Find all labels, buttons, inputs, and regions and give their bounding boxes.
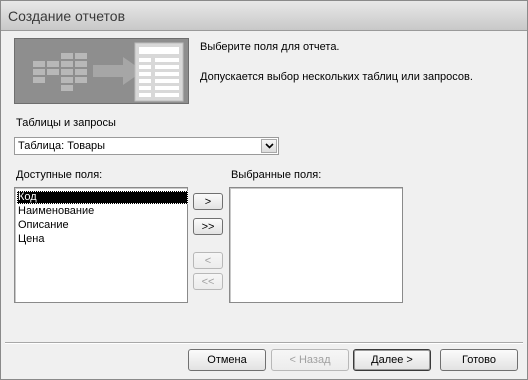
next-button[interactable]: Далее > <box>353 349 431 371</box>
tables-queries-value: Таблица: Товары <box>18 140 106 152</box>
selected-fields-list[interactable] <box>229 187 403 303</box>
report-wizard-illustration-icon <box>14 38 189 104</box>
window-title: Создание отчетов <box>8 8 126 24</box>
remove-all-fields-button[interactable]: << <box>193 273 223 290</box>
add-field-button[interactable]: > <box>193 193 223 210</box>
available-fields-label: Доступные поля: <box>16 169 103 181</box>
intro-text-multiple-sources: Допускается выбор нескольких таблиц или … <box>200 71 473 83</box>
available-fields-list[interactable]: Код Наименование Описание Цена <box>14 187 188 303</box>
finish-button[interactable]: Готово <box>440 349 518 371</box>
list-item[interactable]: Код <box>17 191 188 204</box>
cancel-button[interactable]: Отмена <box>188 349 266 371</box>
footer-separator <box>5 342 523 344</box>
remove-field-button[interactable]: < <box>193 252 223 269</box>
add-all-fields-button[interactable]: >> <box>193 218 223 235</box>
chevron-down-icon <box>264 143 274 149</box>
selected-fields-label: Выбранные поля: <box>231 169 322 181</box>
list-item[interactable]: Наименование <box>17 205 94 218</box>
title-bar: Создание отчетов <box>1 1 527 31</box>
list-item[interactable]: Описание <box>17 219 69 232</box>
list-item[interactable]: Цена <box>17 233 44 246</box>
tables-queries-label: Таблицы и запросы <box>16 117 116 129</box>
wizard-illustration-graphic <box>15 39 188 103</box>
intro-text-fields: Выберите поля для отчета. <box>200 41 340 53</box>
back-button[interactable]: < Назад <box>271 349 349 371</box>
tables-queries-combo[interactable]: Таблица: Товары <box>14 137 279 155</box>
dropdown-button[interactable] <box>261 139 277 153</box>
report-wizard-dialog: Создание отчетов Выберите поля для отчет… <box>0 0 528 380</box>
